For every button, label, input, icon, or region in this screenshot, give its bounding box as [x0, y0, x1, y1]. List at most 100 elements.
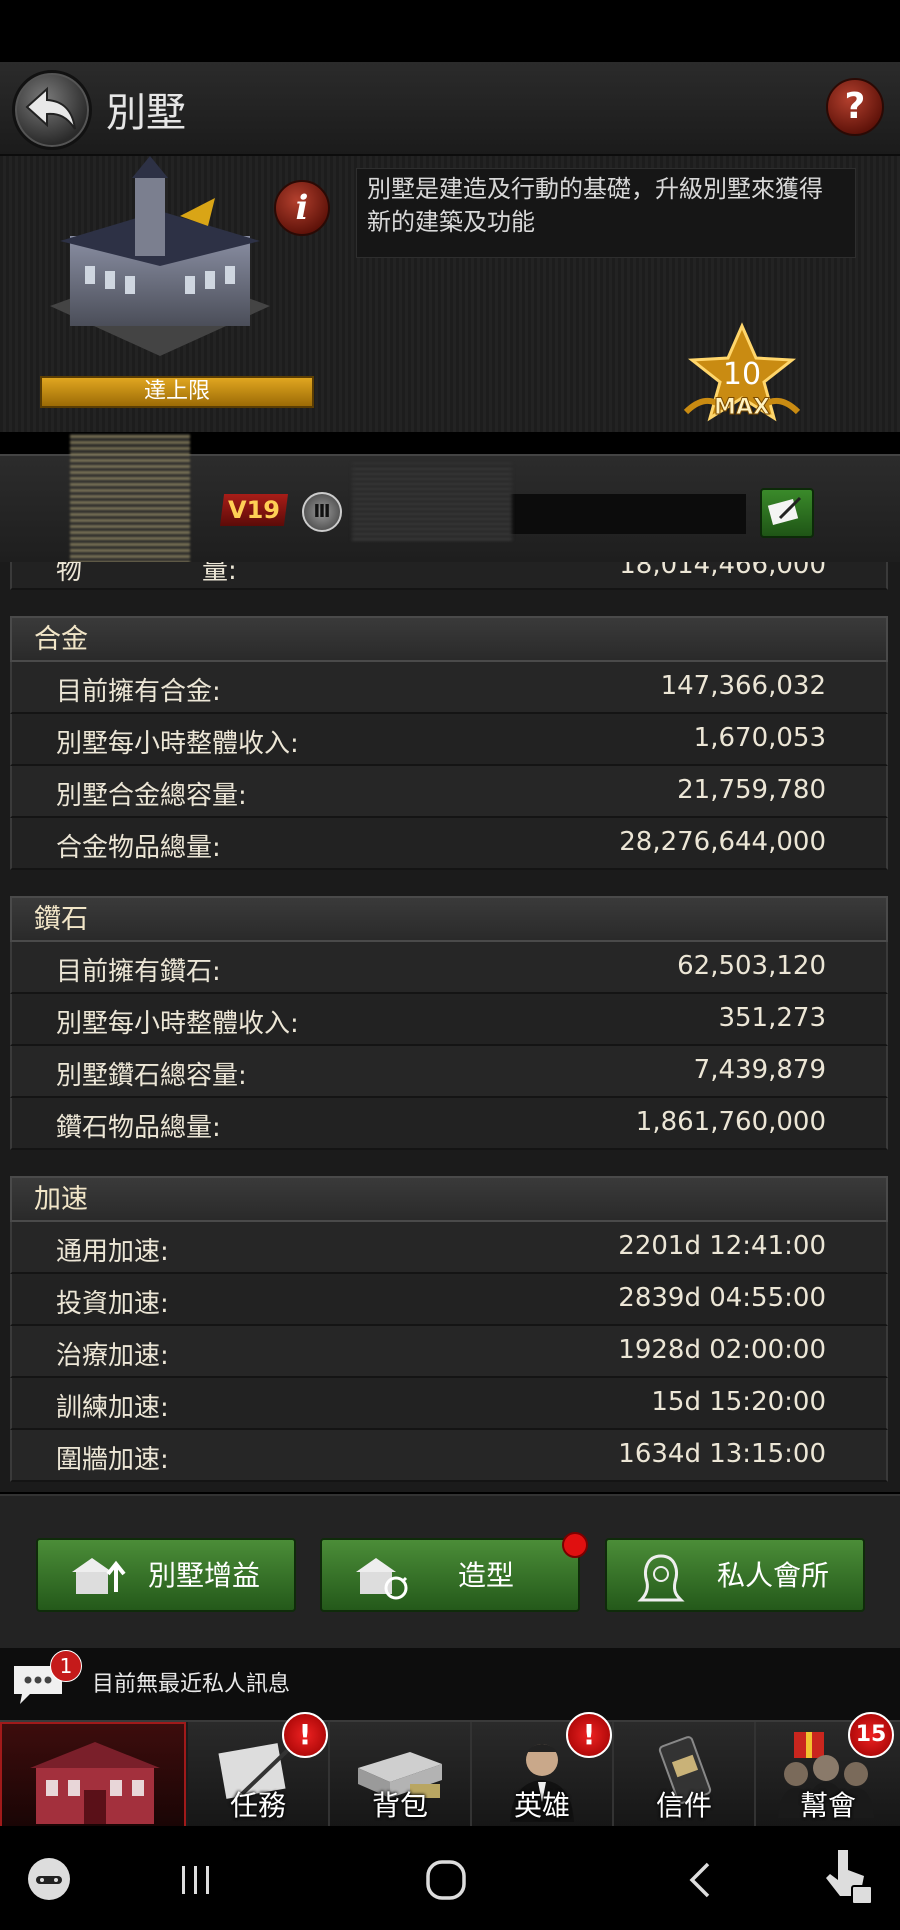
bottom-nav: ! 任務 背包 ! 英雄 信件 15 幫會 [0, 1712, 900, 1828]
home-icon[interactable] [424, 1858, 468, 1902]
list-row: 別墅鑽石總容量: 7,439,879 [10, 1046, 888, 1098]
nav-label: 背包 [371, 1789, 428, 1822]
chat-bar[interactable]: 1 目前無最近私人訊息 [0, 1648, 900, 1720]
row-value: 147,366,032 [660, 671, 826, 701]
villa-building-icon [50, 156, 270, 356]
row-label: 目前擁有合金: [56, 677, 221, 707]
list-row: 別墅合金總容量: 21,759,780 [10, 766, 888, 818]
nav-villa[interactable] [0, 1722, 186, 1828]
list-row: 圍牆加速: 1634d 13:15:00 [10, 1430, 888, 1482]
villa-upgrade-icon [72, 1558, 126, 1594]
nav-label: 幫會 [799, 1789, 856, 1822]
player-avatar[interactable] [70, 434, 190, 582]
list-row: 投資加速: 2839d 04:55:00 [10, 1274, 888, 1326]
row-label: 目前擁有鑽石: [56, 957, 221, 987]
touch-lock-icon[interactable] [820, 1846, 876, 1908]
button-label: 私人會所 [716, 1559, 829, 1592]
nav-hero[interactable]: ! 英雄 [472, 1712, 614, 1828]
list-row: 目前擁有鑽石: 62,503,120 [10, 942, 888, 994]
row-value: 21,759,780 [677, 775, 826, 805]
row-label: 治療加速: [56, 1341, 169, 1371]
alliance-count-badge: 15 [848, 1712, 894, 1758]
list-row: 鑽石物品總量: 1,861,760,000 [10, 1098, 888, 1150]
edit-button[interactable] [760, 488, 814, 538]
nav-bag[interactable]: 背包 [330, 1722, 472, 1828]
row-value: 1,670,053 [693, 723, 826, 753]
list-row: 別墅每小時整體收入: 351,273 [10, 994, 888, 1046]
row-label: 物 [56, 562, 83, 586]
row-value: 28,276,644,000 [619, 827, 826, 857]
section-speedup: 加速 通用加速: 2201d 12:41:00 投資加速: 2839d 04:55:… [10, 1176, 888, 1482]
vip-badge: V19 [220, 494, 288, 526]
building-description: 別墅是建造及行動的基礎，升級別墅來獲得新的建築及功能 [356, 168, 856, 258]
nav-mail[interactable]: 信件 [614, 1722, 756, 1828]
system-nav-bar [0, 1826, 900, 1930]
back-nav-icon[interactable] [680, 1858, 720, 1902]
nav-label: 任務 [229, 1789, 286, 1822]
list-row: 別墅每小時整體收入: 1,670,053 [10, 714, 888, 766]
villa-skin-button[interactable]: 造型 [320, 1538, 580, 1612]
button-label: 別墅增益 [147, 1559, 260, 1592]
page-title: 別墅 [106, 90, 186, 136]
list-row: 目前擁有合金: 147,366,032 [10, 662, 888, 714]
task-alert-badge: ! [282, 1712, 328, 1758]
edit-note-icon [767, 496, 802, 526]
rank-badge: Ⅲ [302, 492, 342, 532]
row-label: 圍牆加速: [56, 1445, 169, 1475]
row-label: 通用加速: [56, 1237, 169, 1267]
level-star-badge: 10 MAX [683, 322, 801, 422]
back-button[interactable] [12, 70, 92, 150]
nav-label: 信件 [655, 1789, 712, 1822]
level-number: 10 [723, 357, 761, 392]
lady-icon [637, 1554, 685, 1602]
max-tag: MAX [714, 395, 770, 420]
back-arrow-icon [25, 86, 76, 130]
nav-label: 英雄 [513, 1789, 570, 1822]
recent-apps-icon[interactable] [176, 1860, 216, 1900]
notification-dot [562, 1532, 588, 1558]
row-label: 訓練加速: [56, 1393, 169, 1423]
row-value: 2839d 04:55:00 [618, 1283, 826, 1313]
section-diamond: 鑽石 目前擁有鑽石: 62,503,120 別墅每小時整體收入: 351,273 別… [10, 896, 888, 1150]
player-bar: V19 Ⅲ [0, 434, 900, 582]
list-row: 訓練加速: 15d 15:20:00 [10, 1378, 888, 1430]
list-row: 合金物品總量: 28,276,644,000 [10, 818, 888, 870]
row-value: 1634d 13:15:00 [618, 1439, 826, 1469]
game-tools-icon[interactable] [26, 1856, 72, 1902]
help-button[interactable]: ? [826, 78, 884, 136]
row-label: 別墅每小時整體收入: [56, 729, 299, 759]
action-bar: 別墅增益 造型 私人會所 [0, 1494, 900, 1648]
row-value: 7,439,879 [693, 1055, 826, 1085]
row-label: 別墅每小時整體收入: [56, 1009, 299, 1039]
building-info-panel: 達上限 i 別墅是建造及行動的基礎，升級別墅來獲得新的建築及功能 10 MAX [0, 156, 900, 432]
villa-icon [30, 1742, 160, 1824]
row-value: 2201d 12:41:00 [618, 1231, 826, 1261]
list-row-partial: 物 量: 18,014,466,000 [10, 562, 888, 590]
nav-task[interactable]: ! 任務 [188, 1712, 330, 1828]
section-alloy: 合金 目前擁有合金: 147,366,032 別墅每小時整體收入: 1,670,05… [10, 616, 888, 870]
villa-upgrade-button[interactable]: 別墅增益 [36, 1538, 296, 1612]
row-value: 351,273 [718, 1003, 826, 1033]
max-level-bar: 達上限 [40, 376, 314, 408]
villa-skin-icon [356, 1558, 408, 1600]
row-value: 1928d 02:00:00 [618, 1335, 826, 1365]
list-row: 通用加速: 2201d 12:41:00 [10, 1222, 888, 1274]
nav-alliance[interactable]: 15 幫會 [756, 1712, 900, 1828]
row-label-tail: 量: [202, 562, 237, 586]
row-label: 合金物品總量: [56, 833, 221, 863]
row-value: 1,861,760,000 [635, 1107, 826, 1137]
button-label: 造型 [457, 1559, 514, 1592]
partial-section: 物 量: 18,014,466,000 [10, 562, 888, 590]
info-icon[interactable]: i [274, 180, 330, 236]
chat-message: 目前無最近私人訊息 [92, 1672, 291, 1697]
row-label: 投資加速: [56, 1289, 169, 1319]
list-row: 治療加速: 1928d 02:00:00 [10, 1326, 888, 1378]
resource-list[interactable]: 物 量: 18,014,466,000 合金 目前擁有合金: 147,366,03… [0, 562, 900, 1492]
row-label: 別墅鑽石總容量: [56, 1061, 247, 1091]
row-value: 15d 15:20:00 [651, 1387, 826, 1417]
blurred-name [352, 464, 512, 540]
private-club-button[interactable]: 私人會所 [605, 1538, 865, 1612]
section-header: 加速 [10, 1176, 888, 1222]
row-value: 18,014,466,000 [619, 562, 826, 580]
row-value: 62,503,120 [677, 951, 826, 981]
